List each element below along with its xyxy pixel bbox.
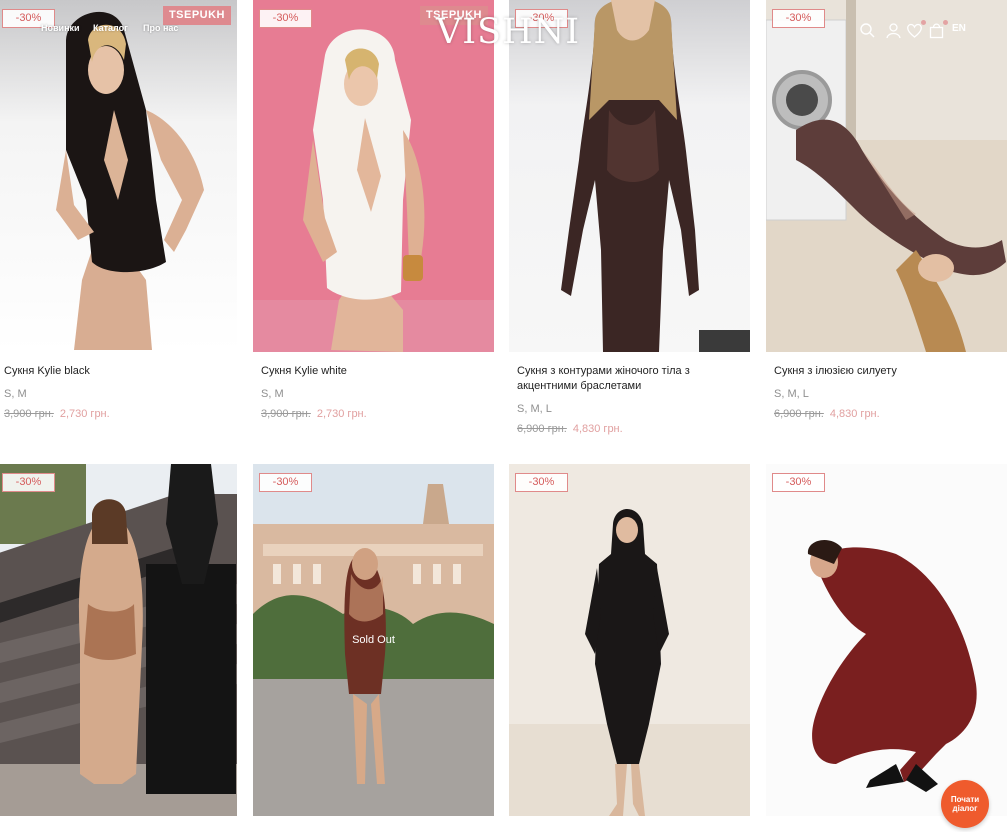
product-card[interactable]: -30%: [766, 464, 1007, 817]
discount-badge: -30%: [259, 9, 312, 28]
user-icon[interactable]: [885, 22, 902, 39]
product-photo[interactable]: -30%: [766, 0, 1007, 352]
product-name[interactable]: Сукня Kylie black: [0, 364, 237, 379]
nav-catalog[interactable]: Каталог: [93, 23, 128, 33]
old-price: 6,900 грн.: [774, 408, 824, 420]
product-card[interactable]: -30%: [0, 464, 237, 817]
sale-price: 4,830 грн.: [829, 408, 880, 420]
product-photo[interactable]: -30%: [509, 464, 750, 817]
sale-price: 2,730 грн.: [316, 408, 367, 420]
product-name[interactable]: Сукня з ілюзією силуету: [766, 364, 1007, 379]
product-name[interactable]: Сукня з контурами жіночого тіла з акцент…: [509, 364, 750, 394]
heart-icon[interactable]: [906, 20, 926, 39]
product-image: [509, 464, 750, 816]
product-card[interactable]: -30% Sold Out: [253, 464, 494, 817]
product-card[interactable]: -30%: [509, 464, 750, 817]
product-photo[interactable]: -30% TSEPUKH: [253, 0, 494, 352]
cart-indicator: [943, 20, 948, 25]
chat-label-line1: Почати: [950, 795, 980, 804]
product-image: [766, 464, 1007, 816]
discount-badge: -30%: [515, 473, 568, 492]
discount-badge: -30%: [2, 473, 55, 492]
site-logo[interactable]: VISHNI: [436, 12, 580, 52]
wishlist-indicator: [921, 20, 926, 25]
sold-out-label: Sold Out: [352, 634, 395, 646]
discount-badge: -30%: [772, 9, 825, 28]
product-photo[interactable]: -30%: [509, 0, 750, 352]
product-photo[interactable]: -30%: [0, 464, 237, 817]
old-price: 3,900 грн.: [261, 408, 311, 420]
product-card[interactable]: -30% TSEPUKH Сукня Kylie white S, M 3,90…: [253, 0, 494, 420]
product-image: [0, 0, 237, 352]
product-photo[interactable]: -30% Sold Out: [253, 464, 494, 817]
chat-label-line2: діалог: [952, 804, 978, 813]
product-price: 6,900 грн. 4,830 грн.: [509, 423, 750, 435]
product-photo[interactable]: -30% TSEPUKH: [0, 0, 237, 352]
language-switch[interactable]: EN: [952, 23, 966, 34]
product-photo[interactable]: -30%: [766, 464, 1007, 817]
nav-about[interactable]: Про нас: [143, 23, 178, 33]
product-price: 3,900 грн. 2,730 грн.: [253, 408, 494, 420]
product-sizes: S, M, L: [774, 388, 809, 400]
product-card[interactable]: -30% TSEPUKH Сукня Kylie black S, M 3,90…: [0, 0, 237, 420]
product-name[interactable]: Сукня Kylie white: [253, 364, 494, 379]
old-price: 6,900 грн.: [517, 423, 567, 435]
product-price: 3,900 грн. 2,730 грн.: [0, 408, 237, 420]
old-price: 3,900 грн.: [4, 408, 54, 420]
sale-price: 4,830 грн.: [572, 423, 623, 435]
product-sizes: S, M: [4, 388, 27, 400]
product-image: [0, 464, 237, 816]
product-image: [766, 0, 1007, 352]
bag-icon[interactable]: [928, 20, 948, 39]
product-card[interactable]: -30% Сукня з ілюзією силуету S, M, L 6,9…: [766, 0, 1007, 420]
product-sizes: S, M: [261, 388, 284, 400]
sale-price: 2,730 грн.: [59, 408, 110, 420]
chat-button[interactable]: Почати діалог: [941, 780, 989, 828]
nav-new[interactable]: Новинки: [41, 23, 80, 33]
product-image: [509, 0, 750, 352]
product-image: [253, 0, 494, 352]
discount-badge: -30%: [259, 473, 312, 492]
search-icon[interactable]: [859, 22, 876, 39]
discount-badge: -30%: [772, 473, 825, 492]
product-sizes: S, M, L: [517, 403, 552, 415]
product-card[interactable]: -30% Сукня з контурами жіночого тіла з а…: [509, 0, 750, 435]
product-price: 6,900 грн. 4,830 грн.: [766, 408, 1007, 420]
